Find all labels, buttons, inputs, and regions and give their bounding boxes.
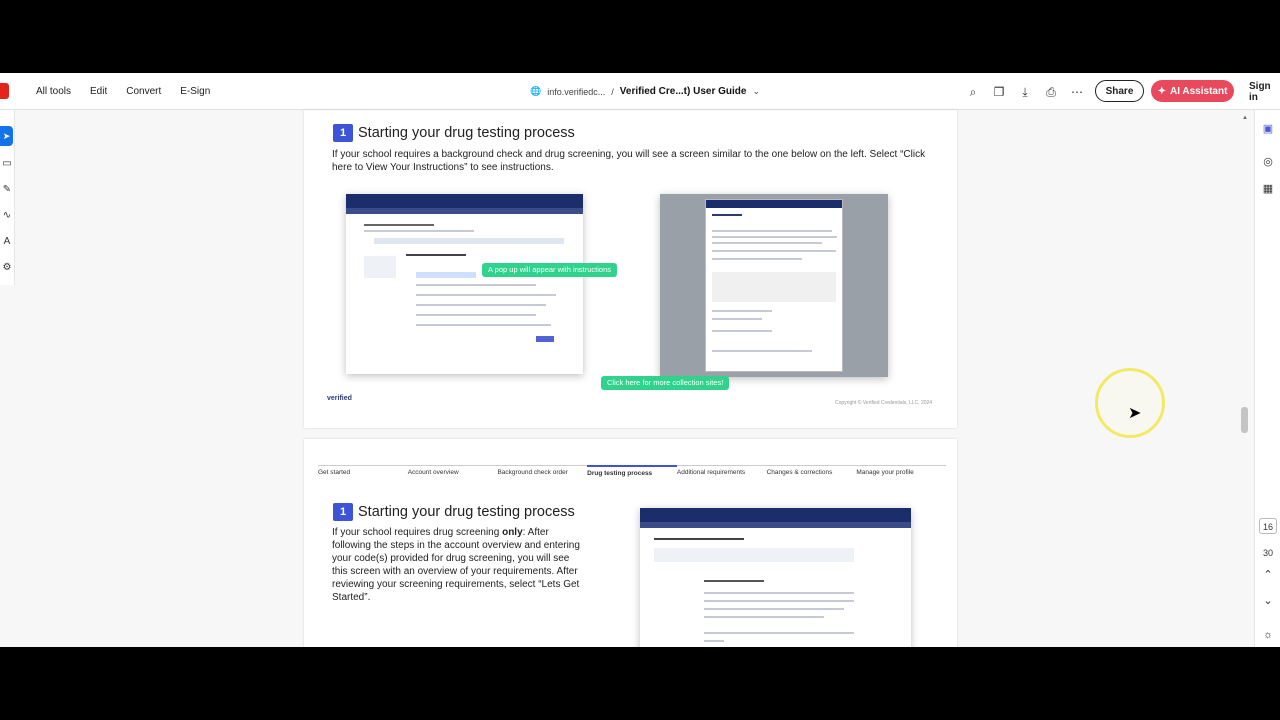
comments-icon[interactable]: ◎ [1261, 155, 1275, 169]
acrobat-logo-icon[interactable] [0, 83, 9, 99]
pdf-page-15: 1 Starting your drug testing process If … [304, 110, 957, 428]
instructions-modal [705, 199, 843, 372]
ai-assistant-button[interactable]: ✦ AI Assistant [1151, 80, 1234, 102]
page-thumbnails-icon[interactable]: ❐ [992, 85, 1006, 99]
document-title[interactable]: Verified Cre...t) User Guide [620, 86, 747, 97]
guide-tabs: Get started Account overview Background … [318, 465, 947, 479]
right-tools-rail: ▣ ◎ ▦ 16 30 ⌃ ⌄ ☼ [1254, 110, 1280, 647]
requirements-screenshot [640, 508, 911, 647]
body-text-start: If your school requires drug screening [332, 527, 503, 538]
comment-icon[interactable]: ▭ [1, 158, 13, 170]
stamp-icon[interactable]: ⚙ [1, 262, 13, 274]
vertical-scrollbar[interactable]: ▲ [1240, 110, 1250, 647]
section-body: If your school requires drug screening o… [332, 526, 582, 604]
download-icon[interactable]: ⤓ [1018, 85, 1032, 99]
body-text-end: : After following the steps in the accou… [332, 527, 580, 603]
acrobat-viewer: All tools Edit Convert E-Sign 🌐 info.ver… [0, 73, 1280, 647]
step-badge: 1 [333, 503, 353, 521]
share-button[interactable]: Share [1095, 80, 1144, 102]
search-icon[interactable]: ⌕ [966, 85, 980, 99]
section-body: If your school requires a background che… [332, 149, 926, 173]
tab-drug-testing-process[interactable]: Drug testing process [587, 465, 677, 479]
breadcrumb-separator: / [611, 86, 614, 97]
tab-changes-corrections[interactable]: Changes & corrections [766, 465, 857, 479]
ai-summary-icon[interactable]: ▣ [1261, 122, 1275, 136]
verified-logo: verified [327, 395, 352, 402]
highlight-icon[interactable]: ✎ [1, 184, 13, 196]
scroll-thumb[interactable] [1241, 407, 1248, 433]
current-page-number[interactable]: 16 [1259, 518, 1277, 534]
tab-get-started[interactable]: Get started [318, 465, 408, 479]
draw-icon[interactable]: ∿ [1, 210, 13, 222]
select-tool-icon[interactable]: ➤ [0, 126, 13, 146]
section-title: Starting your drug testing process [358, 504, 575, 520]
collection-sites-callout: Click here for more collection sites! [601, 376, 730, 390]
step-badge: 1 [333, 124, 353, 142]
total-pages: 30 [1262, 548, 1273, 558]
popup-callout: A pop up will appear with instructions [482, 263, 617, 277]
chevron-down-icon[interactable]: ⌄ [752, 86, 760, 97]
ai-assistant-label: AI Assistant [1169, 85, 1228, 97]
menu-all-tools[interactable]: All tools [36, 86, 71, 97]
section-title: Starting your drug testing process [358, 125, 575, 141]
quick-tools-rail: ➤ ▭ ✎ ∿ A ⚙ [0, 110, 15, 285]
scroll-up-icon[interactable]: ▲ [1242, 115, 1248, 121]
tab-account-overview[interactable]: Account overview [407, 465, 498, 479]
main-menu: All tools Edit Convert E-Sign [36, 73, 229, 110]
ai-sparkle-icon: ✦ [1157, 85, 1166, 97]
zoom-icon[interactable]: ☼ [1261, 628, 1275, 642]
body-text-bold: only [502, 527, 523, 538]
chevron-up-icon[interactable]: ⌃ [1261, 568, 1275, 582]
globe-icon: 🌐 [530, 86, 542, 96]
organize-pages-icon[interactable]: ▦ [1261, 182, 1275, 196]
mouse-cursor-icon: ➤ [1128, 405, 1142, 422]
chevron-down-icon[interactable]: ⌄ [1261, 594, 1275, 608]
instructions-screenshot [660, 194, 888, 377]
dashboard-screenshot [346, 194, 583, 374]
sign-in-link[interactable]: Sign in [1249, 73, 1280, 110]
breadcrumb-site[interactable]: info.verifiedc... [547, 87, 605, 97]
tab-background-check-order[interactable]: Background check order [497, 465, 588, 479]
top-toolbar: All tools Edit Convert E-Sign 🌐 info.ver… [0, 73, 1280, 110]
print-icon[interactable]: ⎙ [1044, 85, 1058, 99]
copyright-text: Copyright © Verified Credentials, LLC, 2… [835, 400, 933, 406]
breadcrumb: 🌐 info.verifiedc... / Verified Cre...t) … [530, 73, 760, 110]
menu-e-sign[interactable]: E-Sign [180, 86, 210, 97]
pdf-page-16: Get started Account overview Background … [304, 439, 957, 647]
menu-edit[interactable]: Edit [90, 86, 107, 97]
tab-additional-requirements[interactable]: Additional requirements [676, 465, 767, 479]
menu-convert[interactable]: Convert [126, 86, 161, 97]
tab-manage-profile[interactable]: Manage your profile [856, 465, 947, 479]
more-icon[interactable]: ⋯ [1070, 85, 1084, 99]
toolbar-actions: ⌕ ❐ ⤓ ⎙ ⋯ [966, 73, 1084, 110]
text-icon[interactable]: A [1, 236, 13, 248]
